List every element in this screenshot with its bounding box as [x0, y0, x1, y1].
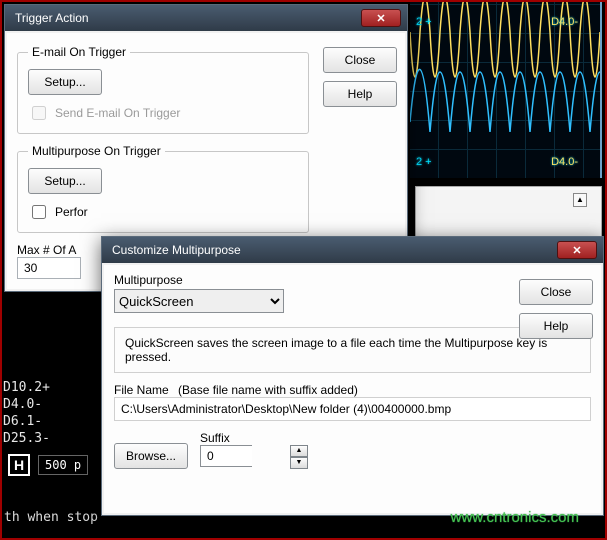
send-email-checkbox	[32, 106, 46, 120]
scope-scrollup-button[interactable]: ▲	[573, 193, 587, 207]
measure-row: D25.3-	[0, 430, 100, 447]
status-timebase: 500 p	[38, 455, 88, 475]
close-icon[interactable]: ✕	[557, 241, 597, 259]
email-on-trigger-group: E-mail On Trigger Setup... Send E-mail O…	[17, 45, 309, 134]
scope-label-tr: D4.0-	[551, 16, 578, 28]
trigger-close-button[interactable]: Close	[323, 47, 397, 73]
browse-button[interactable]: Browse...	[114, 443, 188, 469]
email-group-legend: E-mail On Trigger	[28, 45, 130, 59]
send-email-checkbox-row: Send E-mail On Trigger	[28, 103, 298, 123]
max-actions-label: Max # Of A	[17, 243, 76, 257]
perform-label: Perfor	[55, 205, 88, 219]
dialog-title: Customize Multipurpose	[112, 243, 241, 257]
customize-help-button[interactable]: Help	[519, 313, 593, 339]
filename-label: File Name	[114, 383, 169, 397]
max-actions-input[interactable]	[17, 257, 81, 279]
filename-hint: (Base file name with suffix added)	[178, 383, 358, 397]
scope-label-tl: 2 +	[416, 16, 432, 28]
oscilloscope-screen	[410, 2, 602, 178]
suffix-label: Suffix	[200, 431, 308, 445]
measurement-list: D10.2+ D4.0- D6.1- D25.3-	[0, 379, 100, 447]
measure-row: D10.2+	[0, 379, 100, 396]
customize-multipurpose-dialog: Customize Multipurpose ✕ Close Help Mult…	[101, 236, 604, 516]
mp-group-legend: Multipurpose On Trigger	[28, 144, 165, 158]
measure-row: D6.1-	[0, 413, 100, 430]
watermark: www.cntronics.com	[451, 509, 579, 526]
scope-label-br: D4.0-	[551, 156, 578, 168]
multipurpose-select[interactable]: QuickScreen	[114, 289, 284, 313]
perform-checkbox[interactable]	[32, 205, 46, 219]
perform-checkbox-row[interactable]: Perfor	[28, 202, 298, 222]
titlebar[interactable]: Trigger Action ✕	[5, 5, 407, 31]
filename-path: C:\Users\Administrator\Desktop\New folde…	[114, 397, 591, 421]
send-email-label: Send E-mail On Trigger	[55, 106, 180, 120]
customize-close-button[interactable]: Close	[519, 279, 593, 305]
dialog-title: Trigger Action	[15, 11, 89, 25]
suffix-up-button[interactable]: ▲	[290, 445, 308, 457]
measure-row: D4.0-	[0, 396, 100, 413]
mp-setup-button[interactable]: Setup...	[28, 168, 102, 194]
close-icon[interactable]: ✕	[361, 9, 401, 27]
scope-label-bl: 2 +	[416, 156, 432, 168]
suffix-down-button[interactable]: ▼	[290, 457, 308, 469]
trigger-help-button[interactable]: Help	[323, 81, 397, 107]
suffix-input[interactable]	[200, 445, 252, 467]
multipurpose-on-trigger-group: Multipurpose On Trigger Setup... Perfor	[17, 144, 309, 233]
status-hold-icon: H	[8, 454, 30, 476]
titlebar[interactable]: Customize Multipurpose ✕	[102, 237, 603, 263]
email-setup-button[interactable]: Setup...	[28, 69, 102, 95]
scope-waveform	[410, 2, 600, 178]
